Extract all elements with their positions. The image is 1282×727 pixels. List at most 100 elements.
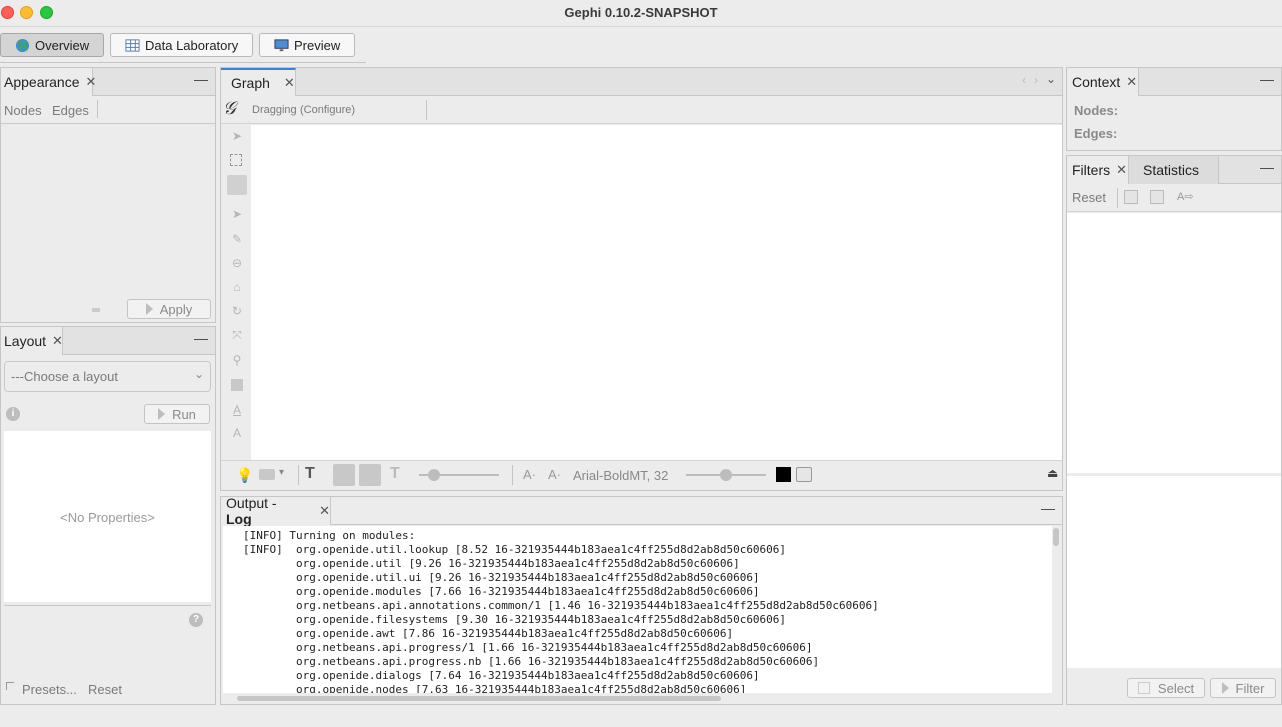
eject-icon[interactable]: ⏏ (1047, 466, 1058, 480)
globe-icon (15, 38, 30, 52)
reset-layout-button[interactable]: Reset (88, 682, 122, 697)
edge-tool-icon[interactable]: ⊖ (230, 256, 244, 270)
graph-tab[interactable]: Graph ✕ (221, 68, 296, 96)
font-label[interactable]: Arial-BoldMT, 32 (573, 468, 668, 483)
pointer-tool-icon[interactable]: ➤ (230, 129, 244, 143)
close-icon[interactable]: ✕ (1126, 74, 1137, 90)
filters-tab-label: Filters (1072, 162, 1111, 178)
data-laboratory-tab-label: Data Laboratory (145, 37, 239, 53)
close-icon[interactable]: ✕ (52, 333, 63, 349)
nodes-subtab[interactable]: Nodes (4, 103, 42, 118)
log-line: org.netbeans.api.annotations.common/1 [1… (243, 599, 879, 612)
gephi-logo-icon: 𝒢 (223, 98, 236, 119)
chevron-down-icon[interactable]: ⌄ (1046, 72, 1056, 86)
run-label: Run (172, 406, 196, 422)
rectangle-select-tool-icon[interactable] (230, 154, 242, 166)
filters-library[interactable] (1067, 213, 1281, 473)
workspace-toolbar: Overview Data Laboratory Preview (0, 28, 1282, 64)
color-swatch[interactable] (776, 467, 791, 482)
export-filter-icon[interactable] (1150, 190, 1164, 204)
minimize-icon[interactable]: — (1041, 500, 1055, 516)
slider-thumb[interactable] (720, 469, 732, 481)
play-icon (1221, 682, 1229, 694)
log-line: org.openide.awt [7.86 16-321935444b183ae… (243, 627, 734, 640)
edge-toggle-icon[interactable] (333, 464, 355, 486)
graph-canvas[interactable] (251, 125, 1062, 460)
output-tab-prefix: Output - (226, 495, 277, 511)
minimize-icon[interactable]: — (194, 71, 208, 87)
presets-button[interactable]: Presets... (22, 682, 77, 697)
screenshot-icon[interactable] (259, 469, 275, 480)
magnifier-tool-icon[interactable]: ⚲ (230, 353, 244, 367)
info-icon[interactable]: i (6, 407, 20, 421)
edge-labels-icon[interactable]: T (390, 465, 400, 483)
filter-button[interactable]: Filter (1210, 678, 1276, 698)
layout-panel: Layout ✕ — ---Choose a layout ⌄ i Run <N… (0, 326, 216, 705)
queries-area[interactable] (1067, 476, 1281, 668)
edge-color-icon[interactable] (359, 464, 381, 486)
log-line: org.openide.dialogs [7.64 16-321935444b1… (243, 669, 760, 682)
font-decrease-icon[interactable]: A· (548, 467, 561, 482)
painter-tool-icon[interactable]: ⌂ (230, 280, 244, 294)
edges-count-label: Edges: (1074, 126, 1118, 141)
preview-tab-button[interactable]: Preview (259, 33, 355, 57)
lightbulb-icon[interactable]: 💡 (236, 467, 253, 484)
mode-label: Dragging (252, 104, 297, 116)
show-labels-icon[interactable]: T (305, 465, 315, 483)
filter-label: Filter (1235, 680, 1265, 696)
vertical-scrollbar[interactable] (1053, 528, 1059, 546)
data-laboratory-tab-button[interactable]: Data Laboratory (110, 33, 253, 57)
minimize-icon[interactable]: — (194, 330, 208, 346)
slider-thumb[interactable] (428, 469, 440, 481)
log-area[interactable]: [INFO] Turning on modules: [INFO] org.op… (223, 526, 1052, 693)
font-increase-icon[interactable]: A· (523, 467, 536, 482)
chevron-down-icon: ⌄ (193, 367, 204, 381)
close-icon[interactable]: ✕ (1116, 162, 1127, 178)
save-filter-icon[interactable] (1124, 190, 1138, 204)
minimize-icon[interactable]: — (1260, 71, 1274, 87)
configure-link[interactable]: (Configure) (300, 104, 355, 116)
title-bar: Gephi 0.10.2-SNAPSHOT (0, 0, 1282, 27)
horizontal-scrollbar[interactable] (237, 696, 721, 701)
output-log-tab[interactable]: Output - Log ✕ (221, 495, 331, 527)
minimize-icon[interactable]: — (1260, 159, 1274, 175)
layout-select[interactable]: ---Choose a layout ⌄ (4, 361, 211, 392)
rotate-tool-icon[interactable]: ↻ (230, 304, 244, 318)
help-icon[interactable]: ? (189, 613, 203, 627)
appearance-panel: Appearance ✕ — Nodes Edges Apply (0, 67, 216, 323)
log-line: org.openide.filesystems [9.30 16-3219354… (243, 613, 787, 626)
select-icon (1137, 682, 1150, 694)
select-button[interactable]: Select (1127, 678, 1205, 698)
chevron-right-icon[interactable]: › (1034, 73, 1038, 87)
run-button[interactable]: Run (144, 404, 210, 424)
filters-reset-button[interactable]: Reset (1072, 190, 1106, 205)
close-icon[interactable]: ✕ (284, 75, 295, 91)
chevron-left-icon[interactable]: ‹ (1022, 73, 1026, 87)
size-tool-icon[interactable] (231, 379, 243, 391)
auto-refresh-icon[interactable]: A⇨ (1177, 190, 1194, 203)
statistics-tab[interactable]: Statistics (1129, 156, 1219, 184)
drag-tool-icon[interactable] (227, 175, 247, 195)
filters-tab[interactable]: Filters ✕ (1067, 156, 1129, 184)
close-icon[interactable]: ✕ (319, 503, 330, 519)
layout-tab[interactable]: Layout ✕ (1, 327, 63, 355)
log-line: org.netbeans.api.progress.nb [1.66 16-32… (243, 655, 820, 668)
label-size-tool-icon[interactable]: A (230, 426, 244, 440)
dropdown-arrow-icon[interactable]: ▾ (279, 467, 284, 478)
attributes-icon[interactable] (796, 467, 812, 482)
pointer-question-tool-icon[interactable]: ➤ (230, 207, 244, 221)
appearance-tab[interactable]: Appearance ✕ (1, 68, 96, 96)
overview-tab-button[interactable]: Overview (0, 33, 104, 57)
properties-area: <No Properties> (4, 431, 211, 602)
table-icon (125, 38, 140, 52)
label-color-tool-icon[interactable]: A (230, 403, 244, 417)
context-tab[interactable]: Context ✕ (1067, 68, 1139, 96)
log-lines: [INFO] Turning on modules: [INFO] org.op… (243, 529, 879, 693)
shortest-path-tool-icon[interactable]: ⤧ (230, 328, 244, 342)
close-icon[interactable]: ✕ (86, 74, 97, 90)
apply-button[interactable]: Apply (127, 299, 211, 319)
pencil-tool-icon[interactable]: ✎ (230, 232, 244, 246)
output-panel: Output - Log ✕ — [INFO] Turning on modul… (220, 495, 1063, 705)
edges-subtab[interactable]: Edges (52, 103, 89, 118)
log-line: org.openide.util [9.26 16-321935444b183a… (243, 557, 740, 570)
